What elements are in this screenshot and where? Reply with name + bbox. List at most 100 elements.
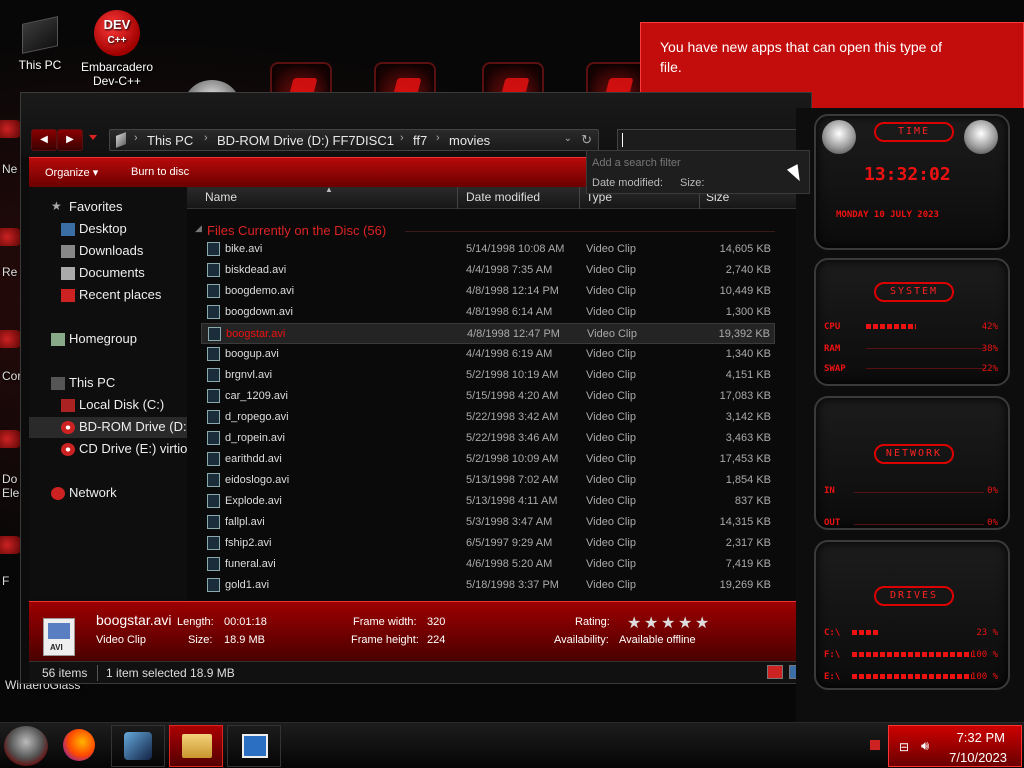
breadcrumb-movies[interactable]: movies	[449, 133, 490, 148]
firefox-icon[interactable]	[63, 729, 95, 761]
nav-downloads[interactable]: Downloads	[29, 241, 187, 262]
recent-locations-icon[interactable]	[89, 135, 97, 140]
drive-c-label: C:\	[824, 628, 841, 638]
taskbar-media-player[interactable]	[227, 725, 281, 767]
file-type: Video Clip	[586, 369, 636, 381]
network-tray-icon[interactable]: ⊟	[899, 740, 909, 754]
address-bar[interactable]: › This PC › BD-ROM Drive (D:) FF7DISC1 ›…	[109, 129, 599, 151]
system-gadget[interactable]: SYSTEM CPU 42% RAM 38% SWAP 22%	[814, 258, 1010, 386]
time-title: TIME	[874, 122, 954, 142]
file-name: Explode.avi	[225, 495, 282, 507]
filter-date-modified[interactable]: Date modified:	[592, 177, 663, 189]
nav-bd-rom-drive[interactable]: BD-ROM Drive (D:	[29, 417, 187, 438]
back-button[interactable]: ◀	[31, 129, 57, 151]
file-row[interactable]: gold1.avi 5/18/1998 3:37 PM Video Clip 19,2…	[201, 575, 775, 596]
drives-gadget[interactable]: DRIVES C:\ 23 % F:\ 100 % E:\ 100 %	[814, 540, 1010, 690]
rating-star-icon[interactable]: ★	[627, 613, 641, 633]
start-button[interactable]	[4, 726, 48, 766]
taskbar-file-explorer[interactable]	[169, 725, 223, 767]
file-name: gold1.avi	[225, 579, 270, 591]
breadcrumb-this-pc[interactable]: This PC	[147, 133, 193, 148]
nav-label: Network	[69, 485, 117, 500]
column-header-name[interactable]: Name	[205, 190, 237, 204]
tray-clock-time[interactable]: 7:32 PM	[957, 730, 1005, 745]
breadcrumb-separator-icon[interactable]: ›	[134, 132, 138, 144]
file-row[interactable]: Explode.avi 5/13/1998 4:11 AM Video Clip 83…	[201, 491, 775, 512]
breadcrumb-bd-rom[interactable]: BD-ROM Drive (D:) FF7DISC1	[217, 133, 394, 148]
ff7-icon	[124, 732, 152, 760]
file-type: Video Clip	[586, 495, 636, 507]
column-header-date[interactable]: Date modified	[466, 190, 540, 204]
column-divider[interactable]	[457, 187, 458, 209]
group-collapse-icon[interactable]: ◢	[195, 223, 202, 234]
rating-star-icon[interactable]: ★	[644, 613, 658, 633]
sort-ascending-icon: ▲	[325, 185, 333, 194]
file-name: boogstar.avi	[226, 328, 286, 340]
breadcrumb-separator-icon[interactable]: ›	[204, 132, 208, 144]
breadcrumb-ff7[interactable]: ff7	[413, 133, 427, 148]
file-row[interactable]: biskdead.avi 4/4/1998 7:35 AM Video Clip 2,…	[201, 260, 775, 281]
file-name: earithdd.avi	[225, 453, 282, 465]
desktop-icon-this-pc[interactable]: This PC	[0, 12, 80, 72]
group-header[interactable]: Files Currently on the Disc (56)	[207, 223, 386, 238]
file-row[interactable]: boogdown.avi 4/8/1998 6:14 AM Video Clip 1,…	[201, 302, 775, 323]
file-row[interactable]: eidoslogo.avi 5/13/1998 7:02 AM Video Clip…	[201, 470, 775, 491]
search-box[interactable]	[617, 129, 817, 151]
nav-label: CD Drive (E:) virtio	[79, 441, 187, 456]
taskbar-ff7-app[interactable]	[111, 725, 165, 767]
file-row[interactable]: boogup.avi 4/4/1998 6:19 AM Video Clip 1,34…	[201, 344, 775, 365]
volume-icon[interactable]: 🔊︎	[921, 738, 929, 754]
file-row[interactable]: fallpl.avi 5/3/1998 3:47 AM Video Clip 14,3…	[201, 512, 775, 533]
organize-button[interactable]: Organize ▾	[45, 166, 98, 179]
file-row[interactable]: funeral.avi 4/6/1998 5:20 AM Video Clip 7,4…	[201, 554, 775, 575]
video-file-icon	[207, 305, 220, 319]
nav-cd-drive-e[interactable]: CD Drive (E:) virtio	[29, 439, 187, 460]
file-row[interactable]: car_1209.avi 5/15/1998 4:20 AM Video Clip 1…	[201, 386, 775, 407]
network-gadget[interactable]: NETWORK IN 0% OUT 0%	[814, 396, 1010, 530]
nav-favorites[interactable]: ★ Favorites	[29, 197, 187, 218]
network-icon	[51, 487, 65, 500]
forward-button[interactable]: ▶	[57, 129, 83, 151]
hard-drive-icon	[61, 399, 75, 412]
nav-local-disk-c[interactable]: Local Disk (C:)	[29, 395, 187, 416]
details-filetype: Video Clip	[96, 634, 146, 646]
breadcrumb-separator-icon[interactable]: ›	[436, 132, 440, 144]
file-row[interactable]: brgnvl.avi 5/2/1998 10:19 AM Video Clip 4,1…	[201, 365, 775, 386]
rating-star-icon[interactable]: ★	[678, 613, 692, 633]
nav-recent-places[interactable]: Recent places	[29, 285, 187, 306]
nav-homegroup[interactable]: Homegroup	[29, 329, 187, 350]
file-row[interactable]: d_ropein.avi 5/22/1998 3:46 AM Video Clip 3…	[201, 428, 775, 449]
file-row[interactable]: boogdemo.avi 4/8/1998 12:14 PM Video Clip 1…	[201, 281, 775, 302]
filter-size[interactable]: Size:	[680, 177, 704, 189]
status-bar: 56 items 1 item selected 18.9 MB	[29, 661, 811, 683]
file-size: 2,740 KB	[725, 264, 771, 276]
nav-network[interactable]: Network	[29, 483, 187, 504]
file-row[interactable]: d_ropego.avi 5/22/1998 3:42 AM Video Clip 3…	[201, 407, 775, 428]
details-view-icon[interactable]	[767, 665, 783, 679]
file-row[interactable]: bike.avi 5/14/1998 10:08 AM Video Clip 14,6…	[201, 239, 775, 260]
folder-icon	[182, 734, 212, 758]
file-row[interactable]: earithdd.avi 5/2/1998 10:09 AM Video Clip 1…	[201, 449, 775, 470]
devcpp-badge-bottom: C++	[107, 35, 127, 46]
drive-f-bar	[852, 652, 972, 657]
file-row[interactable]: boogstar.avi 4/8/1998 12:47 PM Video Clip 1…	[201, 323, 775, 344]
file-row[interactable]: fship2.avi 6/5/1997 9:29 AM Video Clip 2,31…	[201, 533, 775, 554]
file-date: 6/5/1997 9:29 AM	[466, 537, 553, 549]
tray-clock-date[interactable]: 7/10/2023	[949, 750, 1007, 765]
nav-this-pc[interactable]: This PC	[29, 373, 187, 394]
rating-star-icon[interactable]: ★	[695, 613, 709, 633]
refresh-icon[interactable]: ↻	[581, 132, 592, 148]
desktop-icon-label: This PC	[18, 58, 62, 72]
file-size: 2,317 KB	[725, 537, 771, 549]
search-filter-dropdown: Add a search filter Date modified: Size:	[586, 150, 810, 194]
column-divider[interactable]	[579, 187, 580, 209]
rating-star-icon[interactable]: ★	[661, 613, 675, 633]
address-dropdown-icon[interactable]: ⌄	[564, 133, 572, 144]
nav-desktop[interactable]: Desktop	[29, 219, 187, 240]
breadcrumb-separator-icon[interactable]: ›	[400, 132, 404, 144]
show-desktop-icon[interactable]	[870, 740, 880, 750]
burn-to-disc-button[interactable]: Burn to disc	[131, 166, 189, 178]
nav-documents[interactable]: Documents	[29, 263, 187, 284]
nav-label: Local Disk (C:)	[79, 397, 165, 412]
desktop-icon-devcpp[interactable]: DEV C++ Embarcadero Dev-C++	[77, 10, 157, 88]
